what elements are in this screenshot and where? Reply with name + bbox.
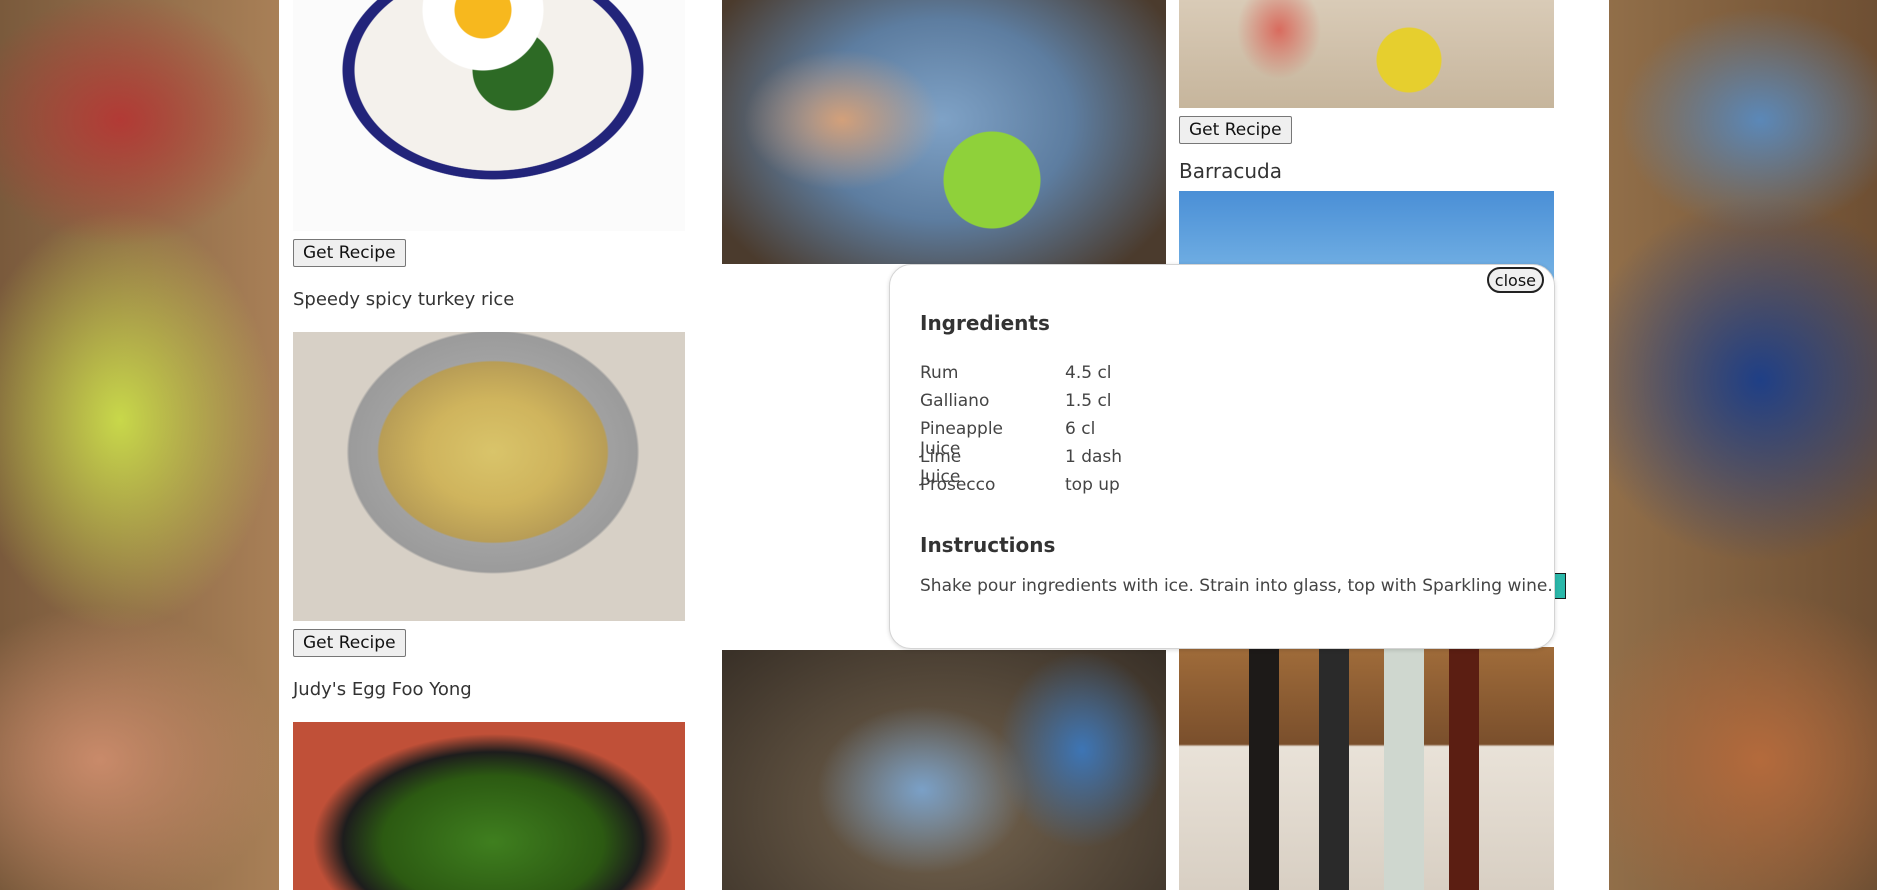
ingredient-measure: top up — [1065, 475, 1120, 495]
close-button[interactable]: close — [1486, 267, 1544, 293]
ingredient-measure: 6 cl — [1065, 419, 1096, 439]
ingredient-measure: 1.5 cl — [1065, 391, 1112, 411]
recipe-image-turkey-rice — [293, 332, 685, 621]
drink-image-bottles — [1179, 647, 1554, 890]
featured-image — [722, 0, 1166, 264]
recipe-image-bibimbap — [293, 0, 685, 231]
get-recipe-button[interactable]: Get Recipe — [1179, 116, 1292, 144]
get-recipe-button[interactable]: Get Recipe — [293, 629, 406, 657]
ingredient-measure: 1 dash — [1065, 447, 1123, 467]
recipe-title: Judy's Egg Foo Yong — [293, 679, 472, 700]
recipe-title: Speedy spicy turkey rice — [293, 289, 515, 310]
recipe-page: Get Recipe Speedy spicy turkey rice Get … — [279, 0, 1609, 890]
ingredient-name: Prosecco — [920, 475, 996, 495]
featured-image — [722, 650, 1166, 890]
instructions-text: Shake pour ingredients with ice. Strain … — [920, 576, 1553, 596]
recipe-modal: close Ingredients Rum 4.5 cl Galliano 1.… — [889, 264, 1555, 649]
get-recipe-button[interactable]: Get Recipe — [293, 239, 406, 267]
recipe-image-egg-foo-yong — [293, 722, 685, 890]
drink-title: Barracuda — [1179, 159, 1282, 183]
ingredient-measure: 4.5 cl — [1065, 363, 1112, 383]
ingredients-heading: Ingredients — [920, 311, 1050, 335]
drink-image — [1179, 0, 1554, 108]
ingredient-name: Galliano — [920, 391, 990, 411]
instructions-heading: Instructions — [920, 533, 1056, 557]
ingredient-name: Rum — [920, 363, 959, 383]
